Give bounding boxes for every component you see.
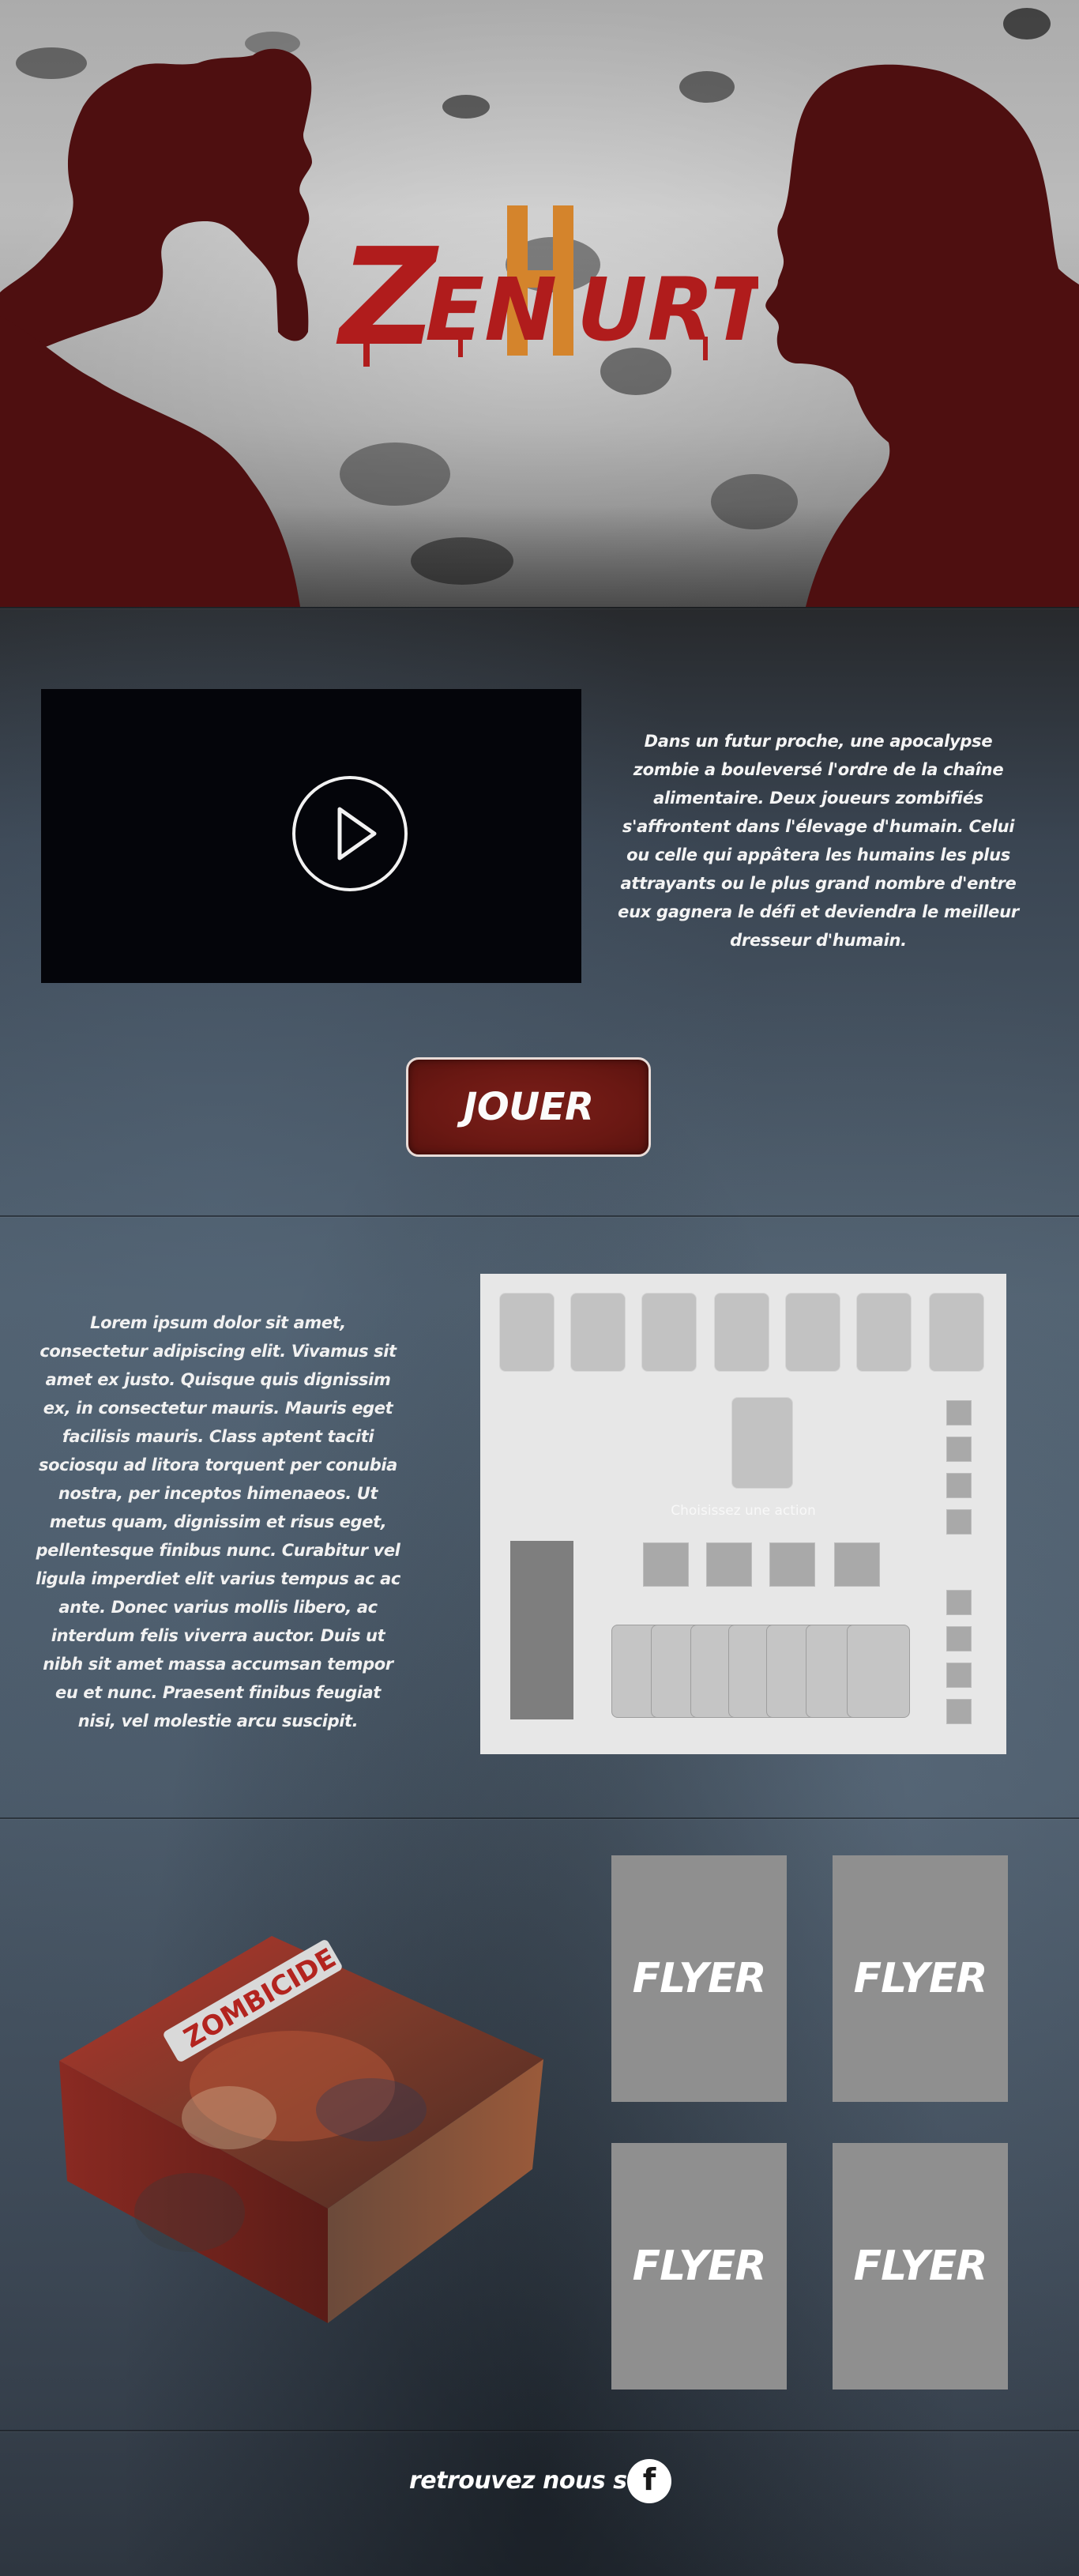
counter-token [946,1590,972,1615]
play-game-label: JOUER [463,1085,594,1129]
counter-token [946,1699,972,1724]
flyer-card[interactable]: FLYER [611,1855,787,2102]
facebook-glyph: f [642,2462,656,2497]
action-button[interactable] [834,1542,880,1587]
action-button[interactable] [706,1542,752,1587]
section-divider [0,1215,1079,1217]
board-status-text: Choisissez une action [671,1503,816,1519]
counter-token [946,1400,972,1425]
section-divider [0,607,1079,608]
board-slot[interactable] [641,1293,697,1372]
board-slot[interactable] [570,1293,626,1372]
flyer-label: FLYER [853,1955,988,2002]
svg-text:EN: EN [425,259,557,360]
svg-text:Z: Z [336,220,439,376]
flyer-card[interactable]: FLYER [611,2143,787,2390]
action-button[interactable] [643,1542,689,1587]
board-slot[interactable] [856,1293,912,1372]
footer-text: retrouvez nous sur [409,2467,655,2495]
board-slot[interactable] [785,1293,840,1372]
video-player[interactable] [41,689,581,983]
board-slot[interactable] [929,1293,984,1372]
hero-banner: Z EN URT [0,0,1079,607]
footer [0,2430,1079,2576]
board-slot[interactable] [499,1293,555,1372]
active-card-slot[interactable] [731,1397,793,1489]
flyer-label: FLYER [632,2243,767,2290]
svg-text:URT: URT [577,259,758,360]
counter-token [946,1473,972,1498]
counter-token [946,1663,972,1688]
game-board[interactable]: Choisissez une action [480,1274,1006,1754]
facebook-icon[interactable]: f [627,2459,671,2503]
action-button[interactable] [769,1542,815,1587]
game-box-image: ZOMBICIDE [55,1928,545,2371]
flyer-label: FLYER [632,1955,767,2002]
about-text: Lorem ipsum dolor sit amet, consectetur … [36,1313,400,1731]
intro-description: Dans un futur proche, une apocalypse zom… [618,732,1019,950]
counter-token [946,1437,972,1462]
section-divider [0,1817,1079,1819]
flyer-card[interactable]: FLYER [833,1855,1008,2102]
board-slot[interactable] [714,1293,769,1372]
hand-card[interactable] [847,1625,910,1718]
draw-deck[interactable] [510,1541,573,1719]
zenhurt-logo: Z EN URT [332,182,776,387]
flyer-label: FLYER [853,2243,988,2290]
counter-token [946,1626,972,1651]
play-icon[interactable] [292,776,408,891]
play-game-button[interactable]: JOUER [406,1057,651,1157]
flyer-card[interactable]: FLYER [833,2143,1008,2390]
